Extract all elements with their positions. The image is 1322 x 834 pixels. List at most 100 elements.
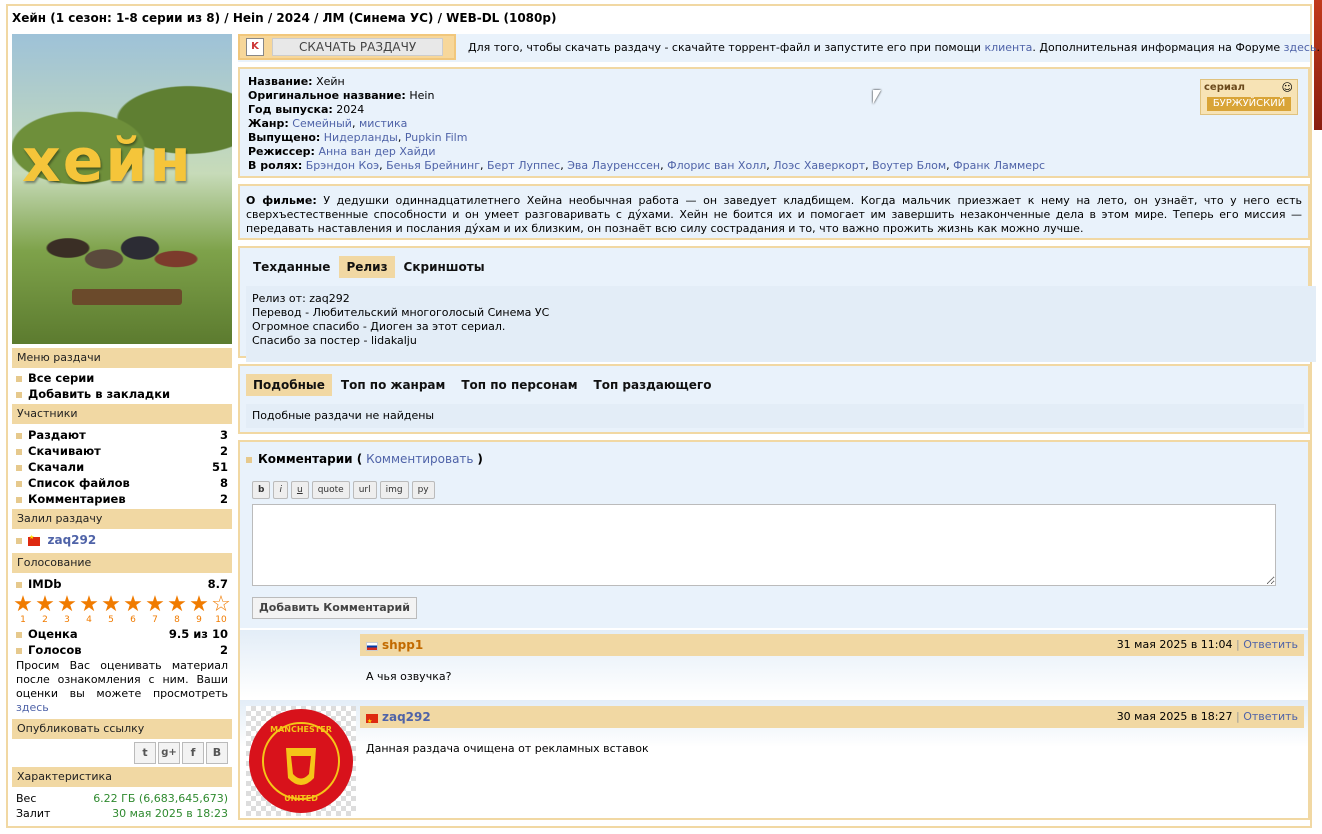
studio-link[interactable]: Pupkin Film bbox=[405, 131, 468, 144]
participants-downloaded[interactable]: Скачали 51 bbox=[16, 459, 228, 475]
torrent-icon: K bbox=[246, 38, 264, 56]
imdb-row: IMDb 8.7 bbox=[16, 576, 228, 592]
bold-button[interactable]: b bbox=[252, 481, 271, 499]
download-info: Для того, чтобы скачать раздачу - скачай… bbox=[468, 41, 1320, 54]
genre-link-mystic[interactable]: мистика bbox=[359, 117, 407, 130]
reply-link[interactable]: Ответить bbox=[1243, 710, 1298, 723]
cast-link[interactable]: Берт Луппес bbox=[487, 159, 560, 172]
add-comment-button[interactable]: Добавить Комментарий bbox=[252, 597, 417, 619]
cast-link[interactable]: Лоэс Хаверкорт bbox=[773, 159, 865, 172]
participants-comments[interactable]: Комментариев 2 bbox=[16, 491, 228, 507]
sidebar: хейн Меню раздачи Все серии Добавить в з… bbox=[12, 34, 232, 823]
share-header: Опубликовать ссылку bbox=[12, 719, 232, 739]
participants-seeders[interactable]: Раздают 3 bbox=[16, 427, 228, 443]
comment-header: zaq292 30 мая 2025 в 18:27 | Ответить bbox=[360, 706, 1304, 733]
uploader-link[interactable]: zaq292 bbox=[48, 533, 97, 547]
star-7[interactable]: ★ bbox=[144, 594, 166, 616]
star-6[interactable]: ★ bbox=[122, 594, 144, 616]
star-number: 4 bbox=[86, 615, 92, 625]
cast-link[interactable]: Флорис ван Холл bbox=[667, 159, 766, 172]
menu-all-series[interactable]: Все серии bbox=[16, 370, 228, 386]
genre-link-family[interactable]: Семейный bbox=[292, 117, 352, 130]
menu-add-bookmark[interactable]: Добавить в закладки bbox=[16, 386, 228, 402]
star-10[interactable]: ☆ bbox=[210, 594, 232, 616]
country-link[interactable]: Нидерланды bbox=[324, 131, 398, 144]
download-button[interactable]: K СКАЧАТЬ РАЗДАЧУ bbox=[238, 34, 456, 60]
quote-button[interactable]: quote bbox=[311, 481, 350, 499]
info-orig: Hein bbox=[409, 89, 435, 102]
tab-similar[interactable]: Подобные bbox=[246, 374, 332, 396]
director-link[interactable]: Анна ван дер Хайди bbox=[318, 145, 435, 158]
release-panel: Техданные Релиз Скриншоты Релиз от: zaq2… bbox=[238, 246, 1316, 362]
serial-badge[interactable]: сериал БУРЖУЙСКИЙ ☺ bbox=[1200, 79, 1298, 115]
participants-files[interactable]: Список файлов 8 bbox=[16, 475, 228, 491]
vote-header: Голосование bbox=[12, 553, 232, 573]
star-number: 2 bbox=[42, 615, 48, 625]
comment-user-link[interactable]: shpp1 bbox=[382, 638, 423, 652]
info-name: Хейн bbox=[316, 75, 345, 88]
comment-link[interactable]: Комментировать bbox=[366, 452, 473, 466]
info-year: 2024 bbox=[336, 103, 365, 116]
cast-link[interactable]: Брэндон Коэ bbox=[306, 159, 379, 172]
google-plus-icon[interactable]: g+ bbox=[158, 742, 180, 764]
star-number: 1 bbox=[20, 615, 26, 625]
comment-textarea[interactable] bbox=[252, 504, 1276, 586]
tab-top-uploader[interactable]: Топ раздающего bbox=[587, 374, 719, 396]
tab-screenshots[interactable]: Скриншоты bbox=[397, 256, 492, 278]
china-flag-icon bbox=[366, 711, 378, 733]
uploader-header: Залил раздачу bbox=[12, 509, 232, 529]
italic-button[interactable]: i bbox=[273, 481, 288, 499]
reply-link[interactable]: Ответить bbox=[1243, 638, 1298, 651]
star-rating[interactable]: ★ ★ ★ ★ ★ ★ ★ ★ ★ ☆ 1 2 3 4 5 6 7 8 9 10 bbox=[12, 594, 232, 626]
vote-note-link[interactable]: здесь bbox=[16, 701, 49, 714]
vk-icon[interactable]: B bbox=[206, 742, 228, 764]
similar-panel: Подобные Топ по жанрам Топ по персонам Т… bbox=[238, 364, 1310, 434]
star-4[interactable]: ★ bbox=[78, 594, 100, 616]
star-5[interactable]: ★ bbox=[100, 594, 122, 616]
release-content: Релиз от: zaq292 Перевод - Любительский … bbox=[246, 286, 1316, 362]
star-number: 6 bbox=[130, 615, 136, 625]
facebook-icon[interactable]: f bbox=[182, 742, 204, 764]
comment-user-link[interactable]: zaq292 bbox=[382, 710, 431, 724]
avatar: MANCHESTER UNITED bbox=[246, 706, 356, 816]
star-number: 10 bbox=[215, 615, 227, 625]
url-button[interactable]: url bbox=[352, 481, 377, 499]
tab-release[interactable]: Релиз bbox=[339, 256, 395, 278]
cast-link[interactable]: Эва Лауренссен bbox=[567, 159, 660, 172]
download-bar: K СКАЧАТЬ РАЗДАЧУ Для того, чтобы скачат… bbox=[238, 34, 1320, 62]
tab-top-genres[interactable]: Топ по жанрам bbox=[334, 374, 452, 396]
votes-row: Голосов 2 bbox=[16, 642, 228, 658]
svg-text:MANCHESTER: MANCHESTER bbox=[270, 725, 332, 734]
characteristics-header: Характеристика bbox=[12, 767, 232, 787]
star-1[interactable]: ★ bbox=[12, 594, 34, 616]
star-2[interactable]: ★ bbox=[34, 594, 56, 616]
comment-header: shpp1 31 мая 2025 в 11:04 | Ответить bbox=[360, 634, 1304, 656]
format-toolbar: b i u quote url img ру bbox=[252, 481, 438, 499]
tab-techdata[interactable]: Техданные bbox=[246, 256, 337, 278]
about-panel: О фильме: У дедушки одиннадцатилетнего Х… bbox=[238, 184, 1310, 240]
star-number: 5 bbox=[108, 615, 114, 625]
poster[interactable]: хейн bbox=[12, 34, 232, 344]
rating-row: Оценка 9.5 из 10 bbox=[16, 626, 228, 642]
img-button[interactable]: img bbox=[379, 481, 409, 499]
cast-link[interactable]: Воутер Блом bbox=[872, 159, 946, 172]
poster-bench bbox=[72, 289, 182, 305]
participants-header: Участники bbox=[12, 404, 232, 424]
cast-link[interactable]: Франк Ламмерс bbox=[953, 159, 1045, 172]
star-3[interactable]: ★ bbox=[56, 594, 78, 616]
participants-leechers[interactable]: Скачивают 2 bbox=[16, 443, 228, 459]
forum-link[interactable]: здесь bbox=[1284, 41, 1317, 54]
share-buttons: t g+ f B bbox=[12, 739, 232, 767]
cast-link[interactable]: Бенья Брейнинг bbox=[386, 159, 480, 172]
star-9[interactable]: ★ bbox=[188, 594, 210, 616]
star-number: 9 bbox=[196, 615, 202, 625]
uploaded-row: Залит 30 мая 2025 в 18:23 bbox=[16, 807, 228, 820]
underline-button[interactable]: u bbox=[290, 481, 309, 499]
client-link[interactable]: клиента bbox=[984, 41, 1032, 54]
translit-button[interactable]: ру bbox=[411, 481, 435, 499]
twitter-icon[interactable]: t bbox=[134, 742, 156, 764]
smiley-icon: ☺ bbox=[1281, 81, 1293, 94]
star-8[interactable]: ★ bbox=[166, 594, 188, 616]
tab-top-persons[interactable]: Топ по персонам bbox=[454, 374, 584, 396]
svg-text:UNITED: UNITED bbox=[284, 794, 318, 803]
